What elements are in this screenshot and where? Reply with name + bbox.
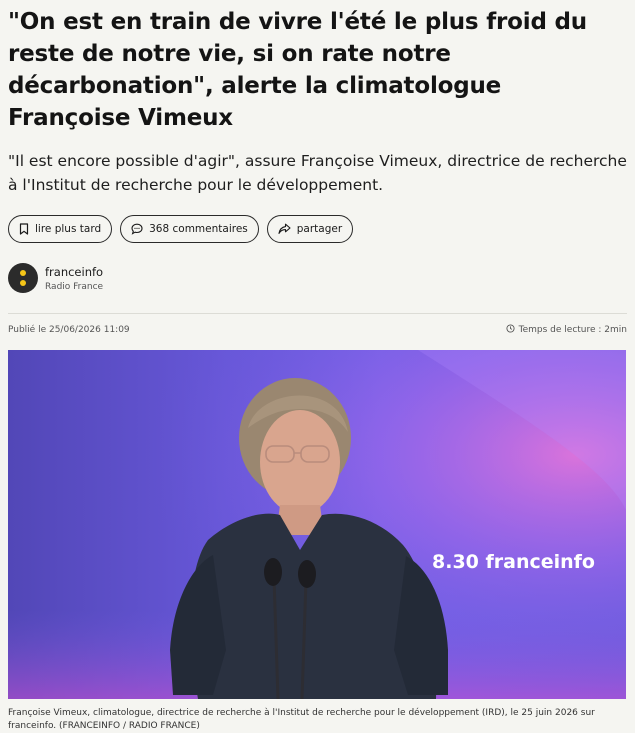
reading-time: Temps de lecture : 2min	[518, 325, 627, 335]
author-block[interactable]: franceinfo Radio France	[8, 263, 627, 293]
share-button[interactable]: partager	[266, 215, 354, 243]
bookmark-icon	[19, 223, 29, 235]
read-later-label: lire plus tard	[35, 223, 102, 235]
comment-icon	[131, 223, 143, 235]
clock-icon	[506, 324, 515, 336]
photo-overlay-text: 8.30 franceinfo	[432, 551, 595, 573]
comments-label: 368 commentaires	[149, 223, 248, 235]
divider	[8, 313, 627, 314]
photo-illustration: 8.30 franceinfo	[8, 350, 626, 699]
article-photo: 8.30 franceinfo	[8, 350, 626, 699]
article: "On est en train de vivre l'été le plus …	[0, 0, 635, 733]
photo-caption: Françoise Vimeux, climatologue, directri…	[8, 708, 595, 731]
author-org: Radio France	[45, 281, 104, 292]
article-actions: lire plus tard 368 commentaires partager	[8, 215, 627, 243]
share-icon	[278, 223, 291, 235]
article-meta: Publié le 25/06/2026 11:09 Temps de lect…	[8, 324, 627, 336]
article-lead: "Il est encore possible d'agir", assure …	[8, 152, 627, 194]
article-title: "On est en train de vivre l'été le plus …	[8, 9, 587, 131]
author-name: franceinfo	[45, 264, 104, 279]
read-later-button[interactable]: lire plus tard	[8, 215, 113, 243]
comments-button[interactable]: 368 commentaires	[120, 215, 259, 243]
published-date: Publié le 25/06/2026 11:09	[8, 325, 130, 335]
share-label: partager	[296, 223, 343, 235]
franceinfo-logo	[8, 263, 38, 293]
